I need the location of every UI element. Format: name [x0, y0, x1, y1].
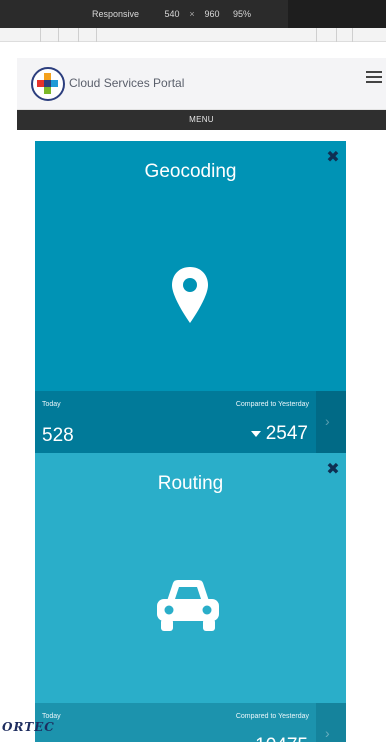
devtools-toolbar: Responsive 540 × 960 95%	[0, 0, 386, 28]
menu-bar[interactable]: MENU	[17, 110, 386, 130]
viewport-height[interactable]: 960	[199, 6, 225, 22]
zoom-select[interactable]: 95%	[233, 9, 251, 19]
device-select[interactable]: Responsive	[92, 9, 139, 19]
chevron-right-icon: ›	[325, 413, 330, 429]
close-icon[interactable]: ✖	[326, 462, 340, 478]
close-icon[interactable]: ✖	[326, 150, 340, 166]
stats-panel: Today Compared to Yesterday 528 2547	[35, 391, 316, 453]
card-stats: Today Compared to Yesterday 528 2547 ›	[35, 391, 346, 453]
card-title: Routing	[157, 473, 224, 494]
card-body: Geocoding ✖	[35, 141, 346, 391]
compare-value: 2547	[265, 423, 308, 444]
stats-panel: Today Compared to Yesterday 10475	[35, 703, 316, 742]
screen: Responsive 540 × 960 95% Cloud Services …	[0, 0, 386, 742]
compare-value-wrap: 2547	[250, 423, 308, 445]
site-header: Cloud Services Portal	[17, 58, 386, 110]
compare-label: Compared to Yesterday	[235, 713, 309, 720]
brand-name[interactable]: Cloud Services Portal	[69, 76, 184, 90]
card-title: Geocoding	[144, 161, 237, 182]
today-label: Today	[42, 713, 61, 720]
times-sign: ×	[189, 9, 195, 19]
card-detail-button[interactable]: ›	[316, 391, 346, 453]
card-detail-button[interactable]: ›	[316, 703, 346, 742]
chevron-right-icon: ›	[325, 725, 330, 741]
car-icon	[157, 580, 219, 631]
hamburger-menu-icon[interactable]	[366, 71, 382, 85]
ortec-logo: ORTEC	[2, 720, 55, 734]
caret-down-icon	[250, 430, 261, 437]
service-card-geocoding[interactable]: Geocoding ✖ Today Compared to Yesterday …	[35, 141, 346, 453]
card-stats: Today Compared to Yesterday 10475 ›	[35, 703, 346, 742]
compare-label: Compared to Yesterday	[235, 401, 309, 408]
portal-logo-icon[interactable]	[31, 67, 65, 101]
map-pin-icon	[172, 267, 208, 323]
today-value: 528	[42, 425, 74, 446]
compare-value: 10475	[255, 735, 308, 742]
media-query-ruler	[0, 28, 386, 42]
viewport-width[interactable]: 540	[159, 6, 185, 22]
devtools-controls	[288, 0, 386, 28]
service-card-routing[interactable]: Routing ✖ Today Compared to Yesterday 10…	[35, 453, 346, 742]
today-label: Today	[42, 401, 61, 408]
card-body: Routing ✖	[35, 453, 346, 703]
